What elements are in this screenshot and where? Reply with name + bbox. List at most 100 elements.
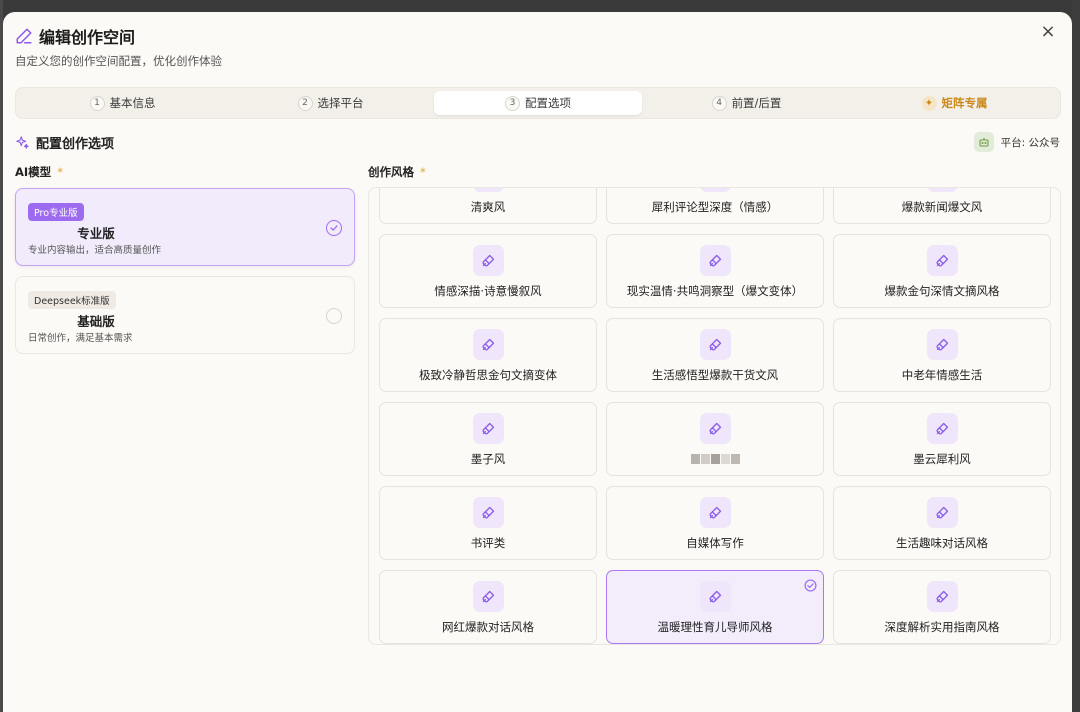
dialog-title: 编辑创作空间: [39, 28, 136, 47]
step-label: 矩阵专属: [941, 96, 988, 110]
style-label-text: 创作风格: [368, 165, 414, 179]
paintbrush-icon: [700, 581, 731, 612]
model-badge: Pro专业版: [28, 203, 84, 221]
style-option-card[interactable]: 温暖理性育儿导师风格: [606, 570, 824, 644]
style-option-card[interactable]: 极致冷静哲思金句文摘变体: [379, 318, 597, 392]
style-option-card[interactable]: 书评类: [379, 486, 597, 560]
paintbrush-icon: [700, 413, 731, 444]
ai-model-label: AI模型 *: [15, 164, 63, 180]
style-options-scroll[interactable]: 清爽风 犀利评论型深度（情感） 爆款新闻爆文风情感深描·诗意慢叙风 现实温情·共鸣洞察…: [368, 187, 1061, 645]
style-option-label: [607, 451, 823, 465]
style-option-label: 墨子风: [470, 452, 506, 466]
style-label: 创作风格 *: [368, 164, 426, 180]
style-option-label: 生活感悟型爆款干货文风: [651, 368, 779, 382]
ai-model-label-text: AI模型: [15, 165, 52, 179]
paintbrush-icon: [700, 329, 731, 360]
style-option-card[interactable]: 爆款金句深情文摘风格: [833, 234, 1051, 308]
style-option-label: 生活趣味对话风格: [896, 536, 988, 550]
paintbrush-icon: [927, 245, 958, 276]
style-option-label: 自媒体写作: [686, 536, 744, 550]
paintbrush-icon: [700, 497, 731, 528]
style-option-card[interactable]: 现实温情·共鸣洞察型（爆文变体）: [606, 234, 824, 308]
model-option-basic[interactable]: Deepseek标准版 基础版 日常创作，满足基本需求: [15, 276, 355, 354]
style-option-card[interactable]: 自媒体写作: [606, 486, 824, 560]
step-number: 3: [505, 95, 520, 111]
paintbrush-icon: [700, 188, 731, 192]
style-option-label: 墨云犀利风: [913, 452, 971, 466]
style-option-card[interactable]: 中老年情感生活: [833, 318, 1051, 392]
dialog-header: 编辑创作空间: [15, 25, 135, 47]
robot-icon: [973, 132, 994, 152]
obscured-text: [690, 453, 740, 464]
step-number: 1: [89, 95, 105, 111]
step-basic-info[interactable]: 1 基本信息: [20, 91, 225, 115]
platform-indicator: 平台: 公众号: [973, 131, 1060, 153]
model-name: 专业版: [77, 226, 115, 241]
close-button[interactable]: ×: [1038, 22, 1058, 42]
paintbrush-icon: [473, 188, 504, 192]
section-title: 配置创作选项: [36, 136, 115, 152]
backdrop-right: [1072, 0, 1080, 712]
platform-label: 平台: 公众号: [1000, 136, 1060, 149]
step-label: 基本信息: [109, 96, 156, 110]
required-star: *: [57, 165, 63, 179]
paintbrush-icon: [927, 581, 958, 612]
dialog-subtitle: 自定义您的创作空间配置，优化创作体验: [15, 54, 222, 68]
style-option-label: 清爽风: [470, 200, 506, 214]
style-option-label: 深度解析实用指南风格: [884, 620, 1000, 634]
step-number: 2: [297, 95, 313, 111]
style-option-card[interactable]: 犀利评论型深度（情感）: [606, 188, 824, 224]
style-option-card[interactable]: 生活感悟型爆款干货文风: [606, 318, 824, 392]
paintbrush-icon: [700, 245, 731, 276]
check-circle-icon: [326, 220, 342, 236]
paintbrush-icon: [473, 413, 504, 444]
step-number: 4: [711, 95, 727, 111]
step-config-options[interactable]: 3 配置选项: [434, 91, 642, 115]
style-option-card[interactable]: 爆款新闻爆文风: [833, 188, 1051, 224]
edit-space-dialog: × 编辑创作空间 自定义您的创作空间配置，优化创作体验 1 基本信息 2 选择平…: [3, 12, 1072, 712]
paintbrush-icon: [927, 413, 958, 444]
paintbrush-icon: [473, 245, 504, 276]
edit-pen-icon: [16, 28, 32, 44]
step-matrix-exclusive[interactable]: ✦ 矩阵专属: [852, 91, 1057, 115]
step-tabs: 1 基本信息 2 选择平台 3 配置选项 4 前置/后置 ✦ 矩阵专属: [15, 87, 1061, 119]
step-label: 配置选项: [525, 96, 571, 110]
style-option-card[interactable]: 网红爆款对话风格: [379, 570, 597, 644]
style-option-label: 现实温情·共鸣洞察型（爆文变体）: [626, 284, 804, 298]
style-option-label: 中老年情感生活: [901, 368, 983, 382]
style-option-label: 温暖理性育儿导师风格: [657, 620, 773, 634]
style-option-label: 网红爆款对话风格: [442, 620, 534, 634]
style-option-card[interactable]: 生活趣味对话风格: [833, 486, 1051, 560]
sparkle-icon: ✦: [921, 95, 937, 111]
paintbrush-icon: [473, 581, 504, 612]
style-option-label: 爆款新闻爆文风: [901, 200, 983, 214]
model-option-pro[interactable]: Pro专业版 专业版 专业内容输出，适合高质量创作: [15, 188, 355, 266]
style-option-card[interactable]: 情感深描·诗意慢叙风: [379, 234, 597, 308]
step-select-platform[interactable]: 2 选择平台: [228, 91, 433, 115]
section-header: 配置创作选项: [15, 133, 115, 152]
style-option-label: 情感深描·诗意慢叙风: [434, 284, 542, 298]
style-option-card[interactable]: 深度解析实用指南风格: [833, 570, 1051, 644]
style-option-label: 犀利评论型深度（情感）: [651, 200, 779, 214]
paintbrush-icon: [473, 329, 504, 360]
step-label: 选择平台: [317, 96, 364, 110]
style-option-card[interactable]: 墨子风: [379, 402, 597, 476]
style-option-card[interactable]: [606, 402, 824, 476]
style-option-label: 爆款金句深情文摘风格: [884, 284, 1000, 298]
style-option-card[interactable]: 清爽风: [379, 188, 597, 224]
style-option-label: 书评类: [470, 536, 506, 550]
check-circle-icon: [804, 577, 817, 592]
paintbrush-icon: [927, 497, 958, 528]
required-star: *: [420, 165, 426, 179]
paintbrush-icon: [927, 329, 958, 360]
step-pre-post[interactable]: 4 前置/后置: [644, 91, 849, 115]
model-desc: 日常创作，满足基本需求: [28, 333, 133, 344]
style-option-card[interactable]: 墨云犀利风: [833, 402, 1051, 476]
sparkles-icon: [16, 135, 29, 149]
model-name: 基础版: [77, 314, 115, 329]
paintbrush-icon: [927, 188, 958, 192]
style-option-label: 极致冷静哲思金句文摘变体: [419, 368, 557, 382]
model-desc: 专业内容输出，适合高质量创作: [28, 245, 162, 256]
step-label: 前置/后置: [731, 96, 782, 110]
paintbrush-icon: [473, 497, 504, 528]
